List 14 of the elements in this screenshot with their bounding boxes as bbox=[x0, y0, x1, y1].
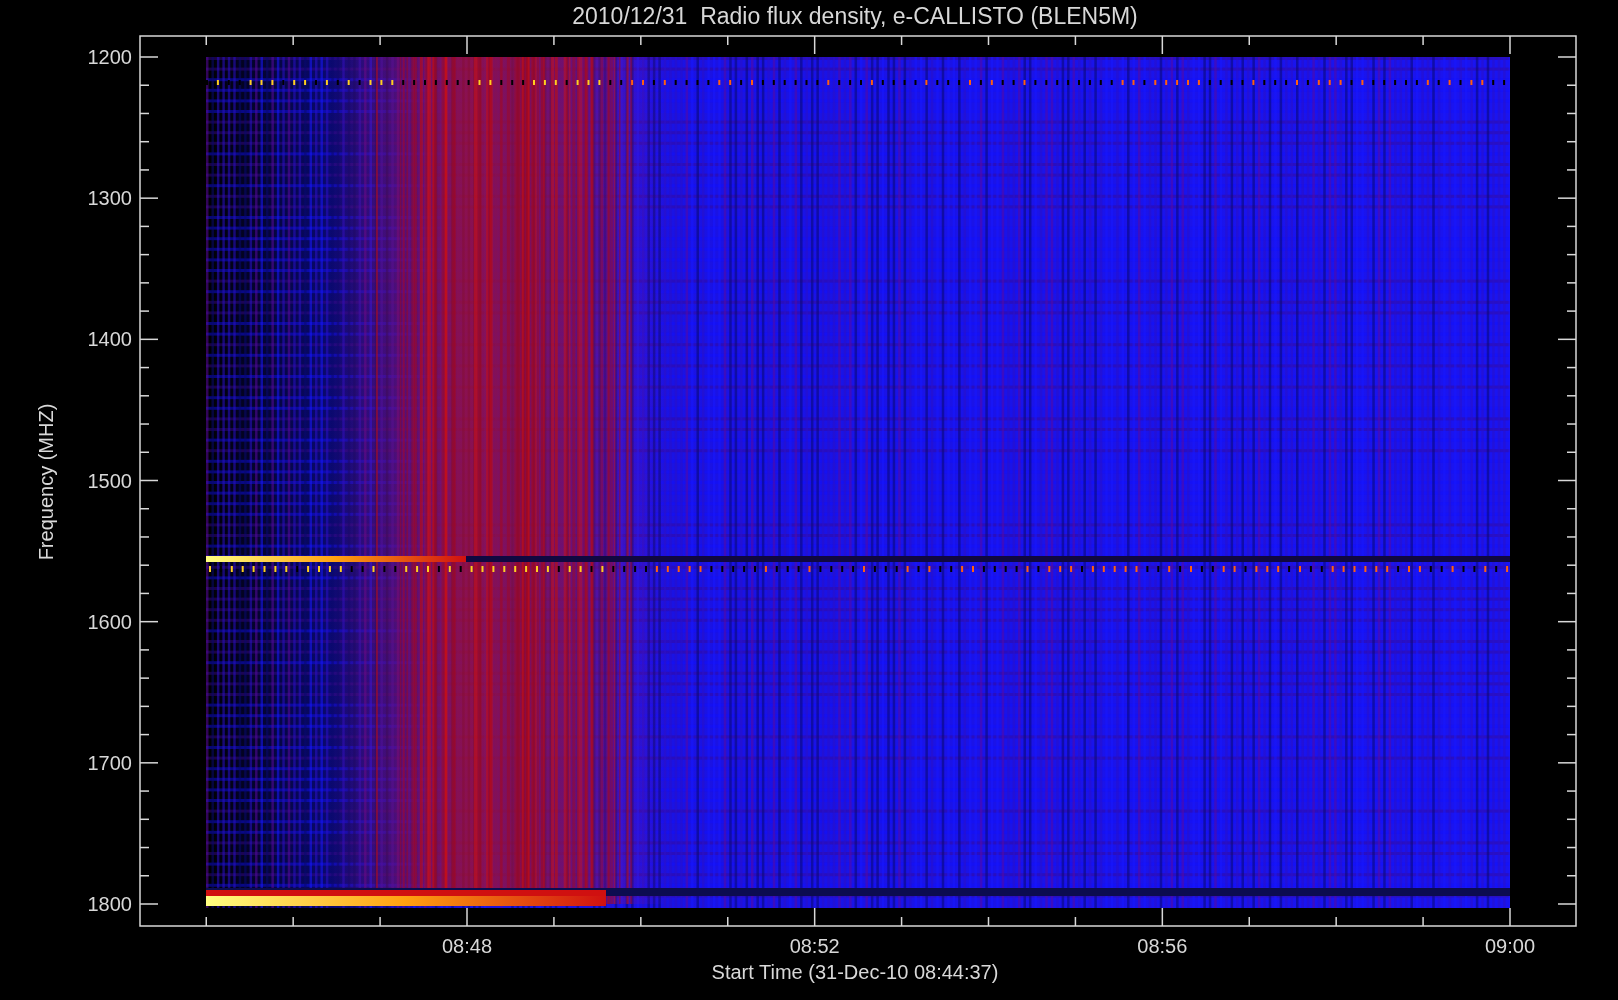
tick-label: 1700 bbox=[87, 751, 132, 774]
tick-label: 1800 bbox=[87, 893, 132, 915]
tick-label: 1600 bbox=[87, 610, 132, 633]
tick-label: 08:56 bbox=[1137, 935, 1188, 957]
axis-label: Start Time (31-Dec-10 08:44:37) bbox=[711, 961, 999, 983]
tick-label: 1300 bbox=[87, 187, 132, 210]
tick-label: 09:00 bbox=[1484, 935, 1536, 957]
tick-label: 1400 bbox=[87, 328, 132, 351]
tick-label: 1200 bbox=[87, 46, 132, 68]
tick-label: 08:52 bbox=[789, 935, 840, 957]
tick-label: 08:48 bbox=[441, 935, 493, 957]
chart-title: 2010/12/31 Radio flux density, e-CALLISTO (BLEN5M) bbox=[572, 3, 1138, 29]
tick-label: 1500 bbox=[87, 469, 132, 492]
axis-label: Frequency (MHZ) bbox=[35, 403, 57, 561]
